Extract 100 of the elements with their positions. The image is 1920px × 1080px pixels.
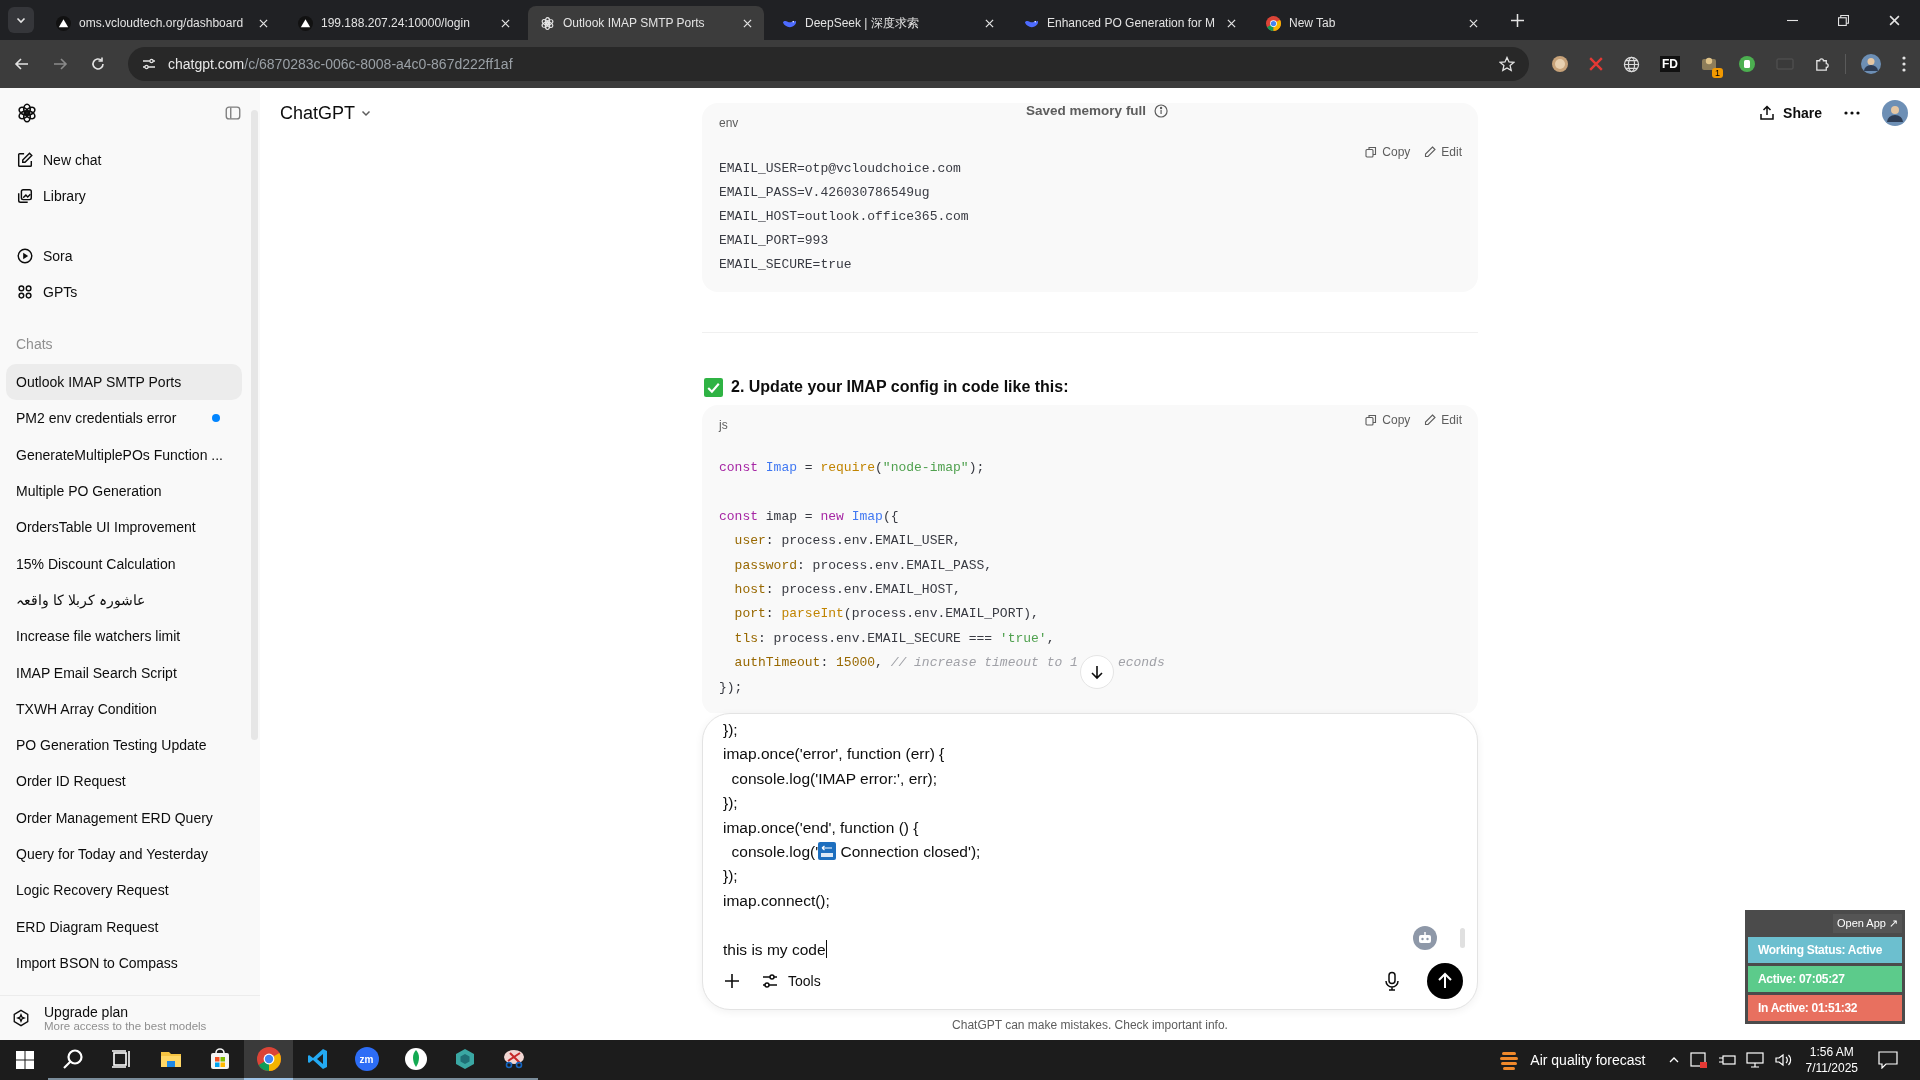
code-text: econds [1117,654,1165,673]
app-tray-icon[interactable] [1689,1051,1708,1069]
code-line: user: process.env.EMAIL_USER, [733,532,961,551]
browser-tab[interactable]: Outlook IMAP SMTP Ports [528,6,764,40]
tab-search-button[interactable] [8,7,34,33]
chat-item[interactable]: Import BSON to Compass [6,944,242,982]
reload-icon[interactable] [90,56,106,72]
sidebar-toggle-icon[interactable] [224,104,242,122]
zoom-icon[interactable]: zm [354,1047,379,1071]
open-app-button[interactable]: Open App ↗ [1833,914,1902,933]
chat-item[interactable]: Multiple PO Generation [6,472,242,510]
windows-start-icon[interactable] [16,1051,34,1069]
add-button[interactable] [723,971,741,990]
pencil-icon [1424,414,1437,426]
chat-item[interactable]: TXWH Array Condition [6,690,242,727]
close-icon[interactable] [1889,14,1900,26]
chrome-icon [1266,15,1281,31]
puzzle-icon[interactable] [1814,55,1831,73]
leaf-icon[interactable] [403,1047,428,1071]
code-line: password: process.env.EMAIL_PASS, [733,556,993,575]
chat-item[interactable]: OrdersTable UI Improvement [6,509,242,546]
scissors-icon[interactable] [501,1047,526,1071]
code-line: EMAIL_HOST=outlook.office365.com [719,208,969,226]
robot-icon[interactable] [1413,926,1437,950]
plus-icon [1510,13,1524,27]
cross-icon[interactable] [1589,57,1603,71]
chat-item[interactable]: PM2 env credentials error [6,400,242,437]
close-icon[interactable] [1227,18,1236,28]
sidebar-item[interactable]: Library [6,178,254,214]
edit-button[interactable]: Edit [1424,145,1462,159]
scroll-down-button[interactable] [1080,655,1114,689]
chat-item[interactable]: ERD Diagram Request [6,908,242,945]
copy-button[interactable]: Copy [1365,413,1411,427]
chat-title: PM2 env credentials error [16,410,178,427]
menu-icon[interactable] [1902,56,1906,72]
close-icon[interactable] [1469,18,1478,28]
browser-tab[interactable]: DeepSeek | 深度求索 [770,6,1006,40]
chat-item[interactable]: Outlook IMAP SMTP Ports [6,364,242,401]
sidebar-item[interactable]: New chat [6,142,254,178]
code-language: env [719,115,739,132]
send-button[interactable] [1427,962,1463,999]
model-selector[interactable]: ChatGPT [280,102,373,124]
restore-icon[interactable] [1838,14,1849,26]
weather-widget[interactable]: Air quality forecast [1530,1052,1646,1068]
chat-item[interactable]: Order Management ERD Query [6,799,242,836]
more-icon[interactable] [1844,111,1860,115]
volume-icon[interactable] [1773,1052,1792,1068]
bookmark-star-icon[interactable] [1499,56,1515,72]
notification-icon[interactable] [1878,1051,1898,1069]
sidebar-item[interactable]: GPTs [6,274,254,310]
extension-icon[interactable] [1738,55,1756,73]
browser-tab[interactable]: 199.188.207.24:10000/login [286,6,522,40]
code-line: port: parseInt(process.env.EMAIL_PORT), [733,605,1039,624]
clock-time[interactable]: 1:56 AM [1809,1044,1854,1060]
info-icon[interactable] [1154,103,1169,118]
back-icon[interactable] [14,56,30,72]
close-icon[interactable] [501,18,510,28]
grid-icon [16,283,34,301]
chat-item[interactable]: PO Generation Testing Update [6,726,242,764]
address-bar[interactable]: chatgpt.com/c/6870283c-006c-8008-a4c0-867d222ff1af [128,47,1529,81]
browser-tab[interactable]: New Tab [1254,6,1490,40]
copy-button[interactable]: Copy [1365,145,1411,159]
face-icon[interactable] [1551,55,1569,73]
globe-icon[interactable] [1623,55,1640,73]
status-row: Working Status: Active [1748,937,1902,963]
message-field[interactable]: }); imap.once('error', function (err) { console.log('IMAP error:', err); }); imap.once('end', function () { console.log(' Connection closed'); }); imap.connect(); this is my code [723,718,981,963]
chat-item[interactable]: IMAP Email Search Script [6,654,242,691]
code-editor-icon[interactable] [305,1047,330,1071]
site-info-icon[interactable] [142,57,156,71]
chat-item[interactable]: 15% Discount Calculation [6,545,242,582]
browser-tab[interactable]: oms.vcloudtech.org/dashboard [44,6,280,40]
chat-item[interactable]: عاشورہ کربلا کا واقعہ [6,581,242,619]
upgrade-title: Upgrade plan [44,1004,130,1020]
chat-item[interactable]: Query for Today and Yesterday [6,835,242,873]
share-button[interactable]: Share [1759,105,1822,121]
taskbar-button[interactable] [244,1040,293,1080]
profile-avatar[interactable] [1860,53,1882,75]
clock-date[interactable]: 7/11/2025 [1805,1060,1858,1076]
chat-item[interactable]: Increase file watchers limit [6,618,242,655]
edit-button[interactable]: Edit [1424,413,1462,427]
battery-icon[interactable] [1717,1053,1736,1067]
chat-title: GenerateMultiplePOs Function ... [16,446,224,463]
forward-icon[interactable] [52,56,68,72]
scrollbar-thumb[interactable] [1460,928,1465,948]
chat-item[interactable]: GenerateMultiplePOs Function ... [6,436,242,473]
close-icon[interactable] [985,18,994,28]
taskbar-button[interactable]: zm [342,1040,391,1080]
extension-icon[interactable]: FD [1660,56,1680,72]
user-avatar[interactable] [1882,100,1908,126]
tools-button[interactable]: Tools [761,971,821,990]
network-icon[interactable] [1745,1052,1764,1068]
sidebar-item[interactable]: Sora [6,238,254,274]
chat-item[interactable]: Order ID Request [6,763,242,800]
close-icon[interactable] [259,18,268,28]
weather-icon[interactable] [1498,1049,1521,1071]
close-icon[interactable] [743,18,752,28]
chat-item[interactable]: Logic Recovery Request [6,872,242,909]
microphone-icon[interactable] [1383,970,1401,991]
browser-tab[interactable]: Enhanced PO Generation for M [1012,6,1248,40]
chat-title: Outlook IMAP SMTP Ports [16,374,183,391]
